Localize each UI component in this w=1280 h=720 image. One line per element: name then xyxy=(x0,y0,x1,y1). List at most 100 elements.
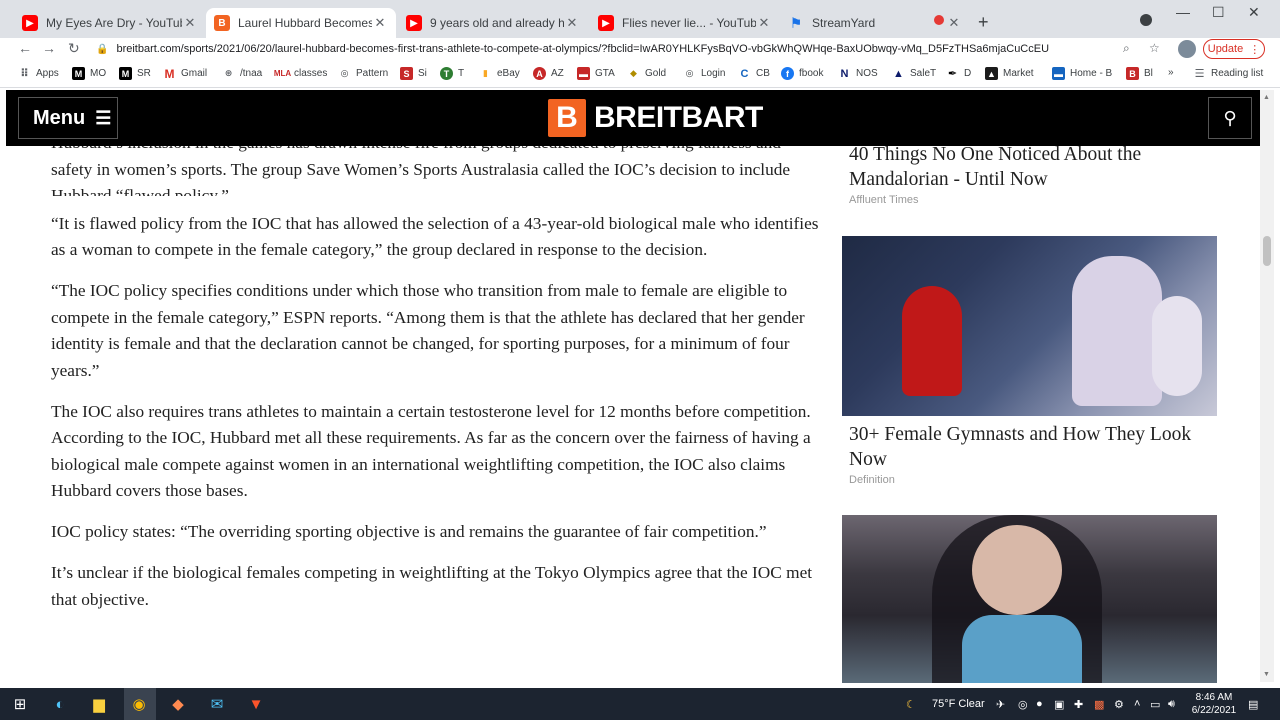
tab-9-years-old[interactable]: ▶ 9 years old and already has mor ✕ xyxy=(398,8,588,38)
sponsored-title[interactable]: 40 Things No One Noticed About the Manda… xyxy=(842,142,1217,192)
bookmark-pattern[interactable]: ◎ Pattern xyxy=(338,67,389,80)
sponsored-item-gymnasts[interactable]: 30+ Female Gymnasts and How They Look No… xyxy=(842,422,1217,486)
app-icon[interactable]: ◆ xyxy=(168,694,188,714)
tab-search-icon[interactable] xyxy=(1140,14,1152,26)
bookmark-gta[interactable]: ▬ GTA xyxy=(577,67,615,80)
logo-text: BREITBART xyxy=(594,101,763,134)
close-icon[interactable]: ✕ xyxy=(756,15,772,31)
tray-app-icon[interactable]: ✈ xyxy=(996,698,1005,711)
bookmark-star-icon[interactable]: ☆ xyxy=(1149,41,1160,55)
network-icon[interactable]: ▭ xyxy=(1150,698,1160,711)
sponsored-source: Definition xyxy=(849,474,895,486)
bookmark-salet[interactable]: ▲ SaleT xyxy=(892,67,936,80)
breitbart-logo[interactable]: B BREITBART xyxy=(548,98,763,138)
scroll-down-icon[interactable]: ▼ xyxy=(1263,671,1270,678)
recording-indicator-icon xyxy=(934,15,944,25)
chrome-icon[interactable]: ◉ xyxy=(129,694,149,714)
m-icon: M xyxy=(119,67,132,80)
flag-icon: ▬ xyxy=(1052,67,1065,80)
sponsored-image[interactable] xyxy=(842,515,1217,683)
sponsored-title[interactable]: 30+ Female Gymnasts and How They Look No… xyxy=(842,422,1217,472)
edge-icon[interactable]: ◐ xyxy=(50,694,70,714)
show-hidden-icons-icon[interactable]: ˄ xyxy=(1134,698,1140,710)
close-icon[interactable]: ✕ xyxy=(564,15,580,31)
tab-flies-never-lie[interactable]: ▶ Flies never lie... - YouTube ✕ xyxy=(590,8,780,38)
youtube-icon: ▶ xyxy=(22,15,38,31)
bookmark-mo[interactable]: M MO xyxy=(72,67,106,80)
reading-list-button[interactable]: ☰ Reading list xyxy=(1193,67,1264,80)
bookmark-login[interactable]: ◎ Login xyxy=(683,67,726,80)
bookmark-home-b[interactable]: ▬ Home - B xyxy=(1052,67,1112,80)
bookmark-tnaa[interactable]: ⊛/tnaa xyxy=(222,67,263,80)
bookmark-apps[interactable]: ⠿ Apps xyxy=(18,67,59,80)
article-paragraph: “It is flawed policy from the IOC that h… xyxy=(51,213,819,260)
gmail-icon: M xyxy=(164,66,175,81)
tray-app-icon[interactable]: ◎ xyxy=(1018,698,1028,711)
tab-laurel-hubbard[interactable]: B Laurel Hubbard Becomes First Tr ✕ xyxy=(206,8,396,38)
clock-time: 8:46 AM xyxy=(1195,692,1233,703)
volume-icon[interactable]: 🔊︎ xyxy=(1168,698,1175,711)
update-button[interactable]: Update ⋮ xyxy=(1203,39,1265,59)
bookmark-bl[interactable]: B Bl xyxy=(1126,67,1153,80)
m-icon: M xyxy=(72,67,85,80)
bookmark-sr[interactable]: M SR xyxy=(119,67,151,80)
maximize-icon[interactable]: ☐ xyxy=(1212,4,1225,21)
close-icon[interactable]: ✕ xyxy=(182,15,198,31)
reload-icon[interactable]: ↻ xyxy=(68,40,80,57)
minimize-icon[interactable]: — xyxy=(1176,4,1190,20)
brave-icon[interactable]: ▼ xyxy=(246,694,266,714)
notifications-icon[interactable]: ▤ xyxy=(1248,698,1258,711)
forward-icon[interactable]: → xyxy=(42,40,56,56)
bookmark-t[interactable]: TT xyxy=(440,67,464,80)
sponsored-source: Affluent Times xyxy=(849,194,919,206)
bookmark-az[interactable]: A AZ xyxy=(533,67,564,80)
file-explorer-icon[interactable]: ▆ xyxy=(89,694,109,714)
tab-my-eyes-are-dry[interactable]: ▶ My Eyes Are Dry - YouTube ✕ xyxy=(14,8,206,38)
url-text: breitbart.com/sports/2021/06/20/laurel-h… xyxy=(116,43,1050,55)
mail-icon[interactable]: ✉ xyxy=(207,694,227,714)
bookmark-ebay[interactable]: ▮ eBay xyxy=(479,67,520,80)
gymnasts-image[interactable] xyxy=(842,236,1217,416)
bookmark-d[interactable]: ✒ D xyxy=(946,67,971,80)
shopping-bag-icon: ▮ xyxy=(483,68,488,78)
si-icon: S xyxy=(400,67,413,80)
menu-button[interactable]: Menu ☰ xyxy=(18,97,118,139)
t-icon: T xyxy=(440,67,453,80)
sponsored-item-mandalorian[interactable]: 40 Things No One Noticed About the Manda… xyxy=(842,142,1217,206)
weather-text[interactable]: 75°F Clear xyxy=(932,698,985,710)
tray-app-icon[interactable]: ⚙ xyxy=(1114,698,1124,711)
address-bar[interactable]: 🔒 breitbart.com/sports/2021/06/20/laurel… xyxy=(96,40,1176,58)
bookmark-si[interactable]: S Si xyxy=(400,67,427,80)
lock-icon[interactable]: 🔒 xyxy=(96,44,108,55)
tray-app-icon[interactable]: ✚ xyxy=(1074,698,1083,711)
close-window-icon[interactable]: ✕ xyxy=(1248,4,1260,21)
windows-start-icon[interactable]: ⊞ xyxy=(10,694,30,714)
tray-app-icon[interactable]: ▣ xyxy=(1054,698,1064,711)
tab-title: 9 years old and already has mor xyxy=(430,16,564,30)
bookmark-gmail[interactable]: M Gmail xyxy=(163,66,208,81)
bookmark-fbook[interactable]: f fbook xyxy=(781,67,823,80)
tab-title: StreamYard xyxy=(812,16,876,30)
bookmark-gold[interactable]: ◆ Gold xyxy=(627,67,666,80)
tray-app-icon[interactable]: ▩ xyxy=(1094,698,1104,711)
bookmark-market[interactable]: ▲ Market xyxy=(985,67,1034,80)
search-button[interactable]: ⚲ xyxy=(1208,97,1252,139)
profile-avatar[interactable] xyxy=(1178,40,1196,58)
page-scrollbar[interactable] xyxy=(1260,90,1274,682)
scrollbar-thumb[interactable] xyxy=(1263,236,1271,266)
article-paragraph: “The IOC policy specifies conditions und… xyxy=(51,281,805,380)
back-icon[interactable]: ← xyxy=(18,40,32,56)
taskbar-clock[interactable]: 8:46 AM 6/22/2021 xyxy=(1190,691,1238,717)
close-icon[interactable]: ✕ xyxy=(946,15,962,31)
bookmark-cb[interactable]: C CB xyxy=(738,67,770,80)
close-icon[interactable]: ✕ xyxy=(372,15,388,31)
new-tab-button[interactable]: + xyxy=(978,12,989,33)
scroll-up-icon[interactable]: ▲ xyxy=(1263,94,1270,101)
bookmark-nos[interactable]: N NOS xyxy=(838,67,878,80)
menu-label: Menu xyxy=(33,106,86,129)
more-bookmarks-icon[interactable]: » xyxy=(1168,67,1174,78)
zoom-icon[interactable]: ⌕ xyxy=(1123,41,1130,56)
tray-app-icon[interactable]: ● xyxy=(1036,698,1043,710)
bookmark-classes[interactable]: MLA classes xyxy=(274,67,328,80)
logo-mark: B xyxy=(548,99,586,137)
